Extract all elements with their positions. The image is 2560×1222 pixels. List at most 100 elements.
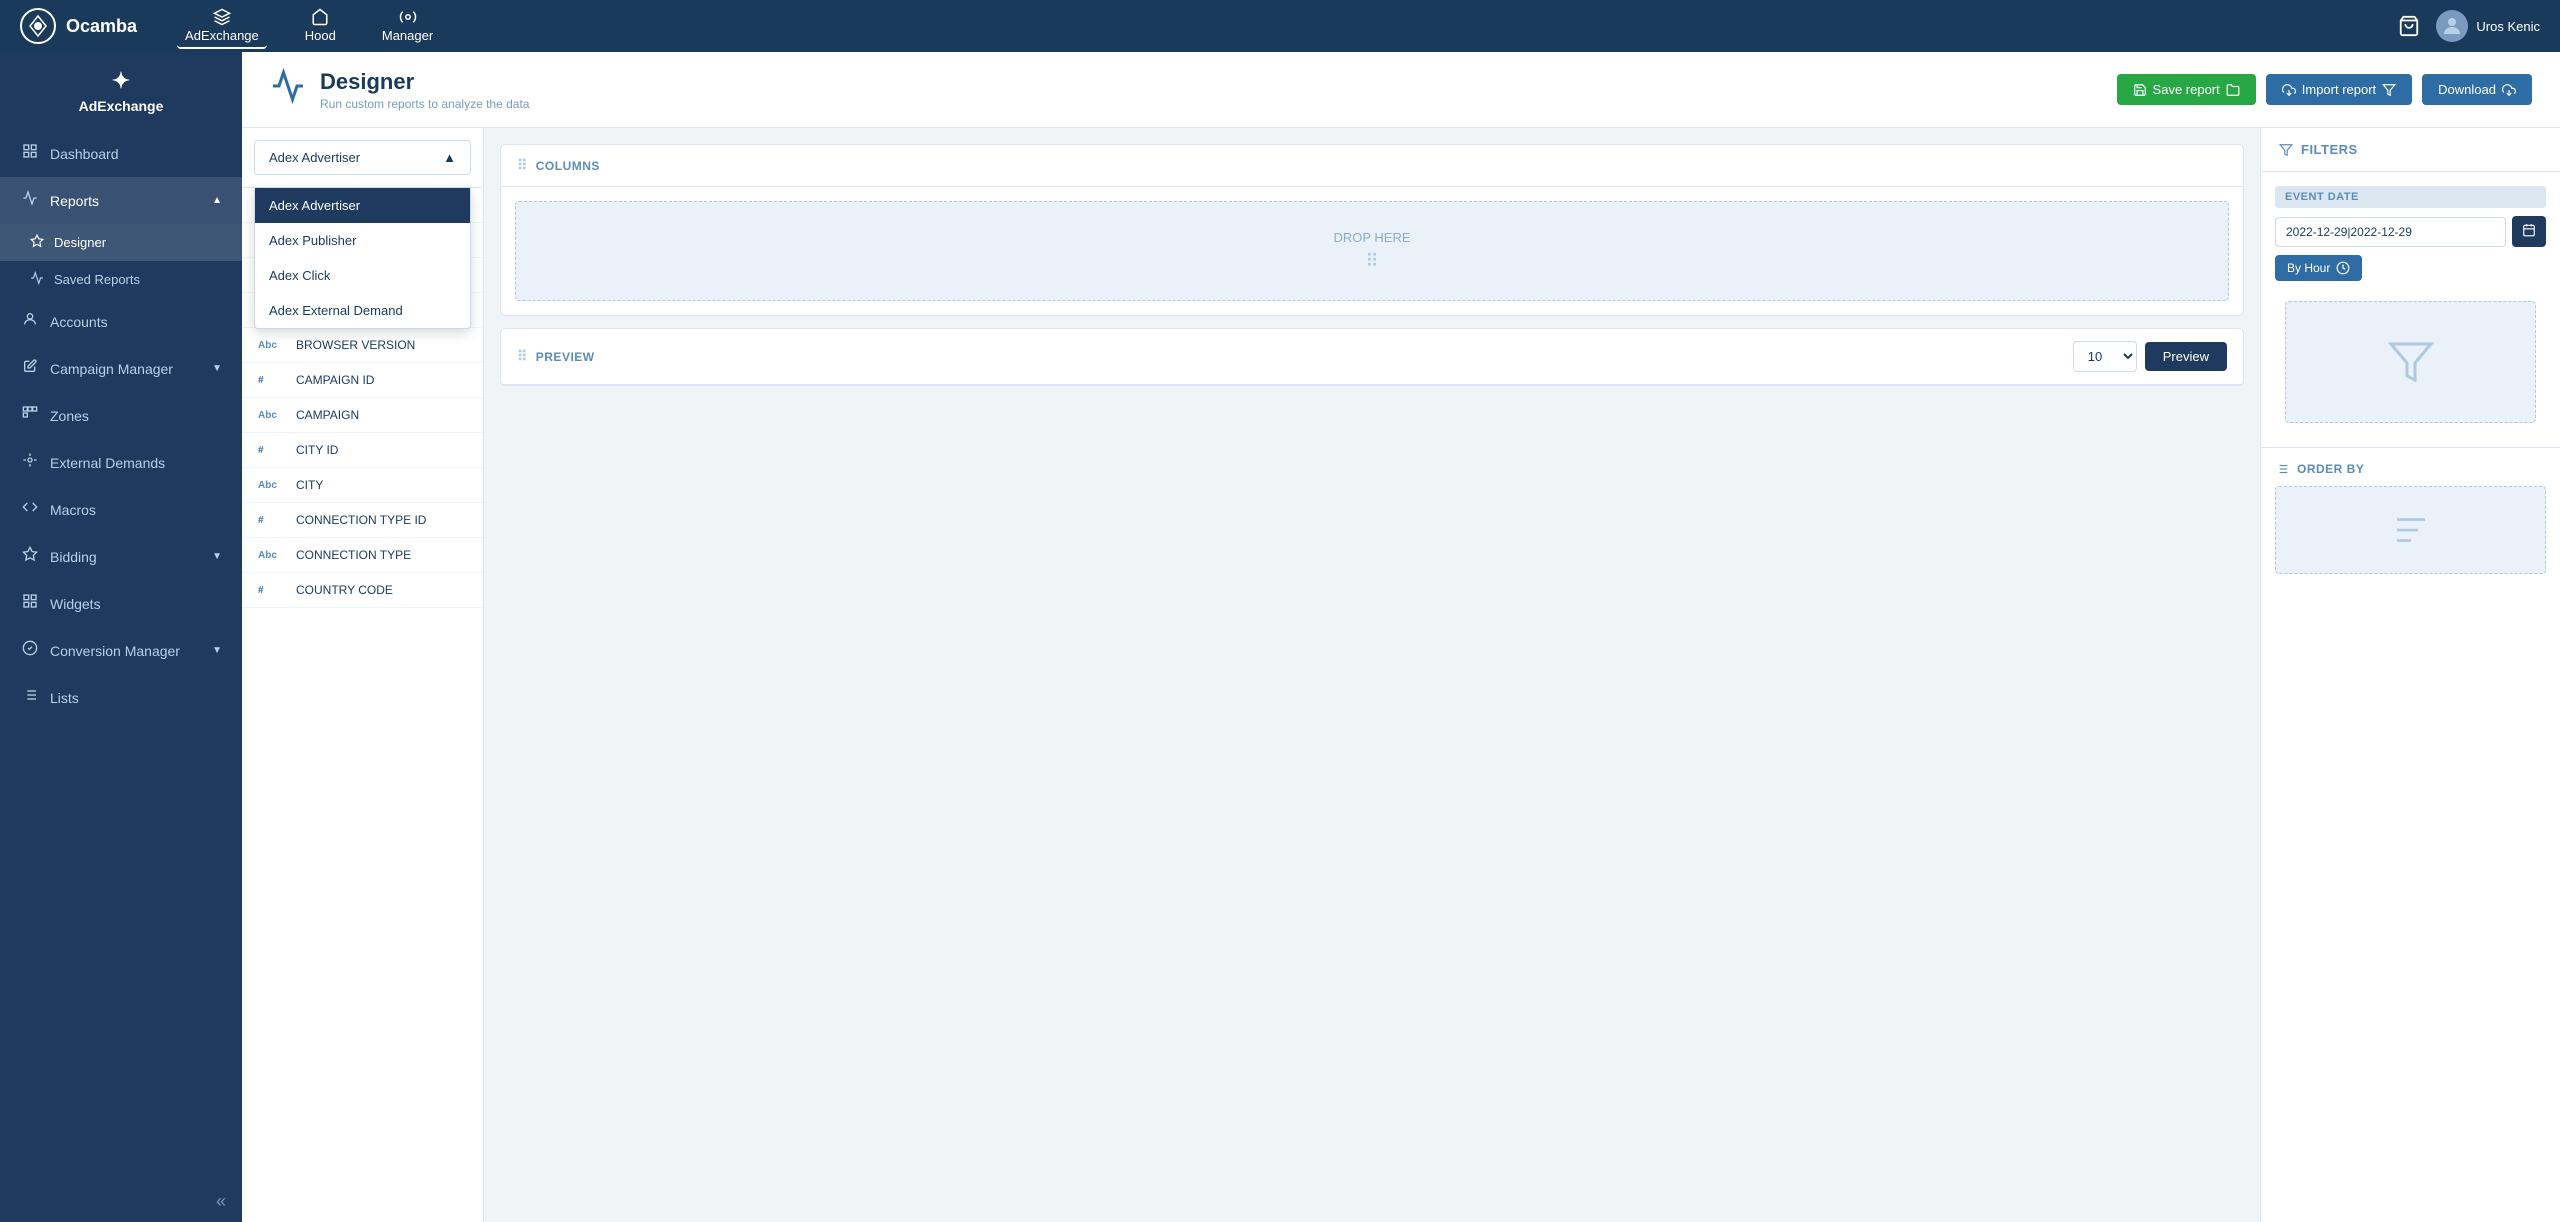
page-header: Designer Run custom reports to analyze t… xyxy=(242,52,2560,128)
sidebar-item-widgets-label: Widgets xyxy=(50,596,101,612)
sidebar-item-zones-label: Zones xyxy=(50,408,89,424)
sidebar-item-saved-reports[interactable]: Saved Reports xyxy=(0,261,242,298)
sidebar-item-external-demands[interactable]: External Demands xyxy=(0,439,242,486)
columns-drop-area[interactable]: DROP HERE ⠿ xyxy=(515,201,2229,301)
event-date-label-text: EVENT DATE xyxy=(2285,191,2359,203)
report-type-button[interactable]: Adex Advertiser ▲ xyxy=(254,140,471,175)
save-report-button[interactable]: Save report xyxy=(2117,74,2256,105)
download-button[interactable]: Download xyxy=(2422,74,2532,105)
sidebar-item-dashboard[interactable]: Dashboard xyxy=(0,130,242,177)
order-by-section: ORDER BY xyxy=(2261,447,2560,588)
filters-panel: FILTERS EVENT DATE By Hour xyxy=(2260,128,2560,1222)
sidebar-item-accounts-label: Accounts xyxy=(50,314,108,330)
by-hour-button[interactable]: By Hour xyxy=(2275,255,2362,281)
field-item-label: CAMPAIGN xyxy=(296,408,359,422)
sidebar-item-lists-label: Lists xyxy=(50,690,79,706)
sidebar-item-campaign-manager[interactable]: Campaign Manager ▼ xyxy=(0,345,242,392)
order-drop-area[interactable] xyxy=(2275,486,2546,574)
field-type-badge: Abc xyxy=(258,550,286,561)
field-item-city-id[interactable]: # CITY ID xyxy=(242,433,483,468)
columns-drop-icon: ⠿ xyxy=(1365,251,1378,272)
field-item-label: CONNECTION TYPE ID xyxy=(296,513,426,527)
field-item-connection-type[interactable]: Abc CONNECTION TYPE xyxy=(242,538,483,573)
field-item-connection-type-id[interactable]: # CONNECTION TYPE ID xyxy=(242,503,483,538)
content-area: Designer Run custom reports to analyze t… xyxy=(242,52,2560,1222)
field-panel: Adex Advertiser ▲ Adex Advertiser Adex P… xyxy=(242,128,484,1222)
sidebar-item-lists[interactable]: Lists xyxy=(0,674,242,721)
preview-button[interactable]: Preview xyxy=(2145,342,2227,371)
sidebar-brand-icon: ✦ xyxy=(112,68,130,94)
page-subtitle: Run custom reports to analyze the data xyxy=(320,97,529,111)
sidebar-item-dashboard-label: Dashboard xyxy=(50,146,119,162)
field-item-label: CONNECTION TYPE xyxy=(296,548,411,562)
sidebar-item-widgets[interactable]: Widgets xyxy=(0,580,242,627)
nav-manager[interactable]: Manager xyxy=(374,4,441,49)
sidebar-item-conversion-manager[interactable]: Conversion Manager ▼ xyxy=(0,627,242,674)
field-list: Abc AB TEST VARIATION NAME # ASN # BROWS… xyxy=(242,188,483,1222)
bidding-icon xyxy=(20,546,40,567)
import-report-label: Import report xyxy=(2302,82,2376,97)
field-type-badge: Abc xyxy=(258,340,286,351)
dropdown-item-adex-advertiser[interactable]: Adex Advertiser xyxy=(255,188,470,223)
nav-adexchange[interactable]: AdExchange xyxy=(177,4,267,49)
sidebar-item-zones[interactable]: Zones xyxy=(0,392,242,439)
preview-section: ⠿ PREVIEW 10 25 50 100 Preview xyxy=(500,328,2244,386)
field-item-country-code[interactable]: # COUNTRY CODE xyxy=(242,573,483,608)
preview-count-select[interactable]: 10 25 50 100 xyxy=(2073,341,2137,372)
field-item-label: CAMPAIGN ID xyxy=(296,373,374,387)
filter-funnel-icon xyxy=(2387,338,2435,386)
date-input[interactable] xyxy=(2275,217,2506,247)
dropdown-item-label: Adex Publisher xyxy=(269,233,356,248)
event-date-section: EVENT DATE By Hour xyxy=(2261,172,2560,447)
nav-hood[interactable]: Hood xyxy=(297,4,344,49)
user-info[interactable]: Uros Kenic xyxy=(2436,10,2540,42)
sidebar-item-macros[interactable]: Macros xyxy=(0,486,242,533)
report-type-dropdown: Adex Advertiser Adex Publisher Adex Clic… xyxy=(254,187,471,329)
filter-drop-area[interactable] xyxy=(2285,301,2536,423)
sidebar-item-designer[interactable]: Designer xyxy=(0,224,242,261)
columns-header: ⠿ COLUMNS xyxy=(501,145,2243,187)
field-type-badge: # xyxy=(258,445,286,456)
order-by-title: ORDER BY xyxy=(2297,462,2364,476)
nav-manager-label: Manager xyxy=(382,28,433,43)
sidebar-collapse-btn[interactable]: « xyxy=(0,1181,242,1222)
sidebar-item-bidding[interactable]: Bidding ▼ xyxy=(0,533,242,580)
reports-icon xyxy=(20,190,40,211)
sidebar-item-reports-label: Reports xyxy=(50,193,99,209)
clock-icon xyxy=(2336,261,2350,275)
sidebar-item-reports[interactable]: Reports ▲ xyxy=(0,177,242,224)
conversion-manager-icon xyxy=(20,640,40,661)
dropdown-item-adex-external-demand[interactable]: Adex External Demand xyxy=(255,293,470,328)
cart-icon[interactable] xyxy=(2398,15,2420,37)
download-icon xyxy=(2502,83,2516,97)
download-label: Download xyxy=(2438,82,2496,97)
dropdown-item-adex-publisher[interactable]: Adex Publisher xyxy=(255,223,470,258)
filter-icon xyxy=(2279,143,2293,157)
save-report-label: Save report xyxy=(2153,82,2220,97)
dropdown-item-adex-click[interactable]: Adex Click xyxy=(255,258,470,293)
field-item-campaign[interactable]: Abc CAMPAIGN xyxy=(242,398,483,433)
columns-section: ⠿ COLUMNS DROP HERE ⠿ xyxy=(500,144,2244,316)
macros-icon xyxy=(20,499,40,520)
logo-text: Ocamba xyxy=(66,16,137,37)
report-type-selected: Adex Advertiser xyxy=(269,150,360,165)
calendar-button[interactable] xyxy=(2512,216,2546,247)
field-item-city[interactable]: Abc CITY xyxy=(242,468,483,503)
columns-drop-label: DROP HERE xyxy=(1333,230,1410,245)
campaign-chevron: ▼ xyxy=(212,363,222,374)
page-title-text: Designer Run custom reports to analyze t… xyxy=(320,69,529,111)
event-date-label: EVENT DATE xyxy=(2275,186,2546,208)
page-title-area: Designer Run custom reports to analyze t… xyxy=(270,68,529,111)
field-item-campaign-id[interactable]: # CAMPAIGN ID xyxy=(242,363,483,398)
dropdown-chevron-icon: ▲ xyxy=(443,150,456,165)
external-demands-icon xyxy=(20,452,40,473)
designer-page-icon xyxy=(270,68,306,111)
field-item-label: CITY xyxy=(296,478,323,492)
designer-layout: Adex Advertiser ▲ Adex Advertiser Adex P… xyxy=(242,128,2560,1222)
order-by-header: ORDER BY xyxy=(2275,462,2546,476)
field-type-badge: # xyxy=(258,515,286,526)
collapse-icon: « xyxy=(216,1191,226,1212)
import-report-button[interactable]: Import report xyxy=(2266,74,2412,105)
field-item-browser-version[interactable]: Abc BROWSER VERSION xyxy=(242,328,483,363)
sidebar-item-accounts[interactable]: Accounts xyxy=(0,298,242,345)
